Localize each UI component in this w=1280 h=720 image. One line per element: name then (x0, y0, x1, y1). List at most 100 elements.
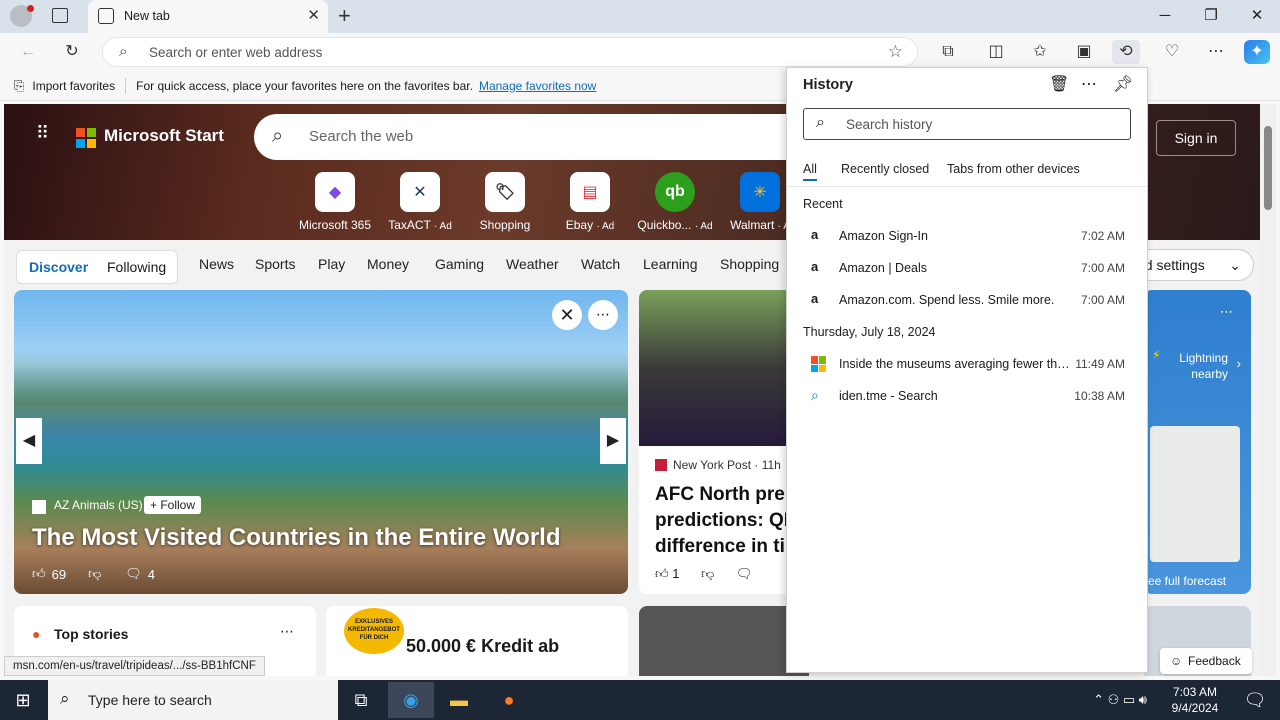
clock-date: 9/4/2024 (1171, 701, 1219, 715)
tile-ebay[interactable]: ▤ Ebay · Ad (550, 172, 630, 232)
copilot-icon[interactable]: ✦ (1244, 40, 1270, 64)
ad-text: 50.000 € Kredit ab (406, 636, 560, 656)
tab-actions-icon[interactable] (52, 8, 68, 23)
sign-in-button[interactable]: Sign in (1156, 120, 1236, 156)
delete-history-icon[interactable]: 🗑︎ (1049, 74, 1069, 94)
like-count: 69 (51, 566, 67, 582)
collections-icon[interactable]: ▣ (1070, 40, 1098, 64)
more-options-icon[interactable]: ⋯ (280, 623, 294, 640)
nav-shopping[interactable]: Shopping (720, 256, 779, 272)
pin-icon[interactable]: 📌︎ (1113, 74, 1133, 94)
divider (125, 77, 127, 94)
tile-shopping[interactable]: 🏷 Shopping (465, 172, 545, 232)
notifications-icon[interactable]: 🗨︎ (1232, 682, 1278, 718)
ad-card[interactable]: EXKLUSIVES KREDITANGEBOT FÜR DICH 50.000… (326, 606, 628, 676)
minimize-icon[interactable]: ─ (1142, 4, 1188, 28)
nav-gaming[interactable]: Gaming (435, 256, 484, 272)
browser-essentials-icon[interactable]: ♡ (1158, 40, 1186, 64)
tile-label: Ebay (565, 218, 594, 232)
tile-quickbooks[interactable]: qb Quickbo... · Ad (635, 172, 715, 232)
tab-discover[interactable]: Discover (29, 259, 88, 275)
web-search-input[interactable]: ⌕ Search the web (254, 114, 814, 160)
close-window-icon[interactable]: ✕ (1234, 4, 1280, 28)
file-explorer-icon[interactable]: ▬ (436, 682, 482, 718)
nav-learning[interactable]: Learning (643, 256, 698, 272)
extensions-icon[interactable]: ⧉ (934, 40, 962, 64)
edge-icon[interactable]: ◉ (388, 682, 434, 718)
dismiss-story-icon[interactable]: ✕ (552, 300, 582, 330)
tab-other-devices[interactable]: Tabs from other devices (947, 162, 1080, 176)
favorite-star-icon[interactable]: ☆ (888, 42, 903, 62)
nav-watch[interactable]: Watch (581, 256, 620, 272)
carousel-next-icon[interactable]: ▶ (600, 418, 626, 464)
history-item[interactable]: a Amazon.com. Spend less. Smile more. 7:… (803, 287, 1133, 313)
nav-play[interactable]: Play (318, 256, 345, 272)
nav-sports[interactable]: Sports (255, 256, 295, 272)
weather-more-icon[interactable]: ⋯ (1220, 304, 1233, 320)
history-item[interactable]: a Amazon Sign-In 7:02 AM (803, 223, 1133, 249)
feedback-button[interactable]: ☺ Feedback (1160, 648, 1252, 674)
scrollbar-thumb[interactable] (1264, 126, 1272, 210)
like-icon[interactable]: 👍︎ (655, 566, 669, 581)
full-forecast-link[interactable]: ee full forecast (1148, 574, 1226, 588)
more-options-icon[interactable]: ⋯ (1081, 74, 1097, 94)
new-tab-button[interactable]: + (338, 3, 351, 29)
history-search-input[interactable]: ⌕ Search history (803, 108, 1131, 140)
tile-label: Quickbo... (637, 218, 692, 232)
tile-microsoft-365[interactable]: ◆ Microsoft 365 (295, 172, 375, 232)
favorites-icon[interactable]: ✩ (1026, 40, 1054, 64)
address-bar[interactable]: ⌕ Search or enter web address ☆ (102, 37, 918, 67)
dislike-icon[interactable]: 👎︎ (701, 566, 714, 581)
back-icon[interactable]: ← (14, 40, 42, 64)
news-card[interactable]: New York Post · 11h AFC North pre predic… (639, 290, 809, 594)
main-story-title[interactable]: The Most Visited Countries in the Entire… (32, 524, 561, 552)
carousel-prev-icon[interactable]: ◀ (16, 418, 42, 464)
tab-following[interactable]: Following (107, 259, 166, 275)
nav-weather[interactable]: Weather (506, 256, 559, 272)
tile-taxact[interactable]: ✕ TaxACT · Ad (380, 172, 460, 232)
like-icon[interactable]: 👍︎ (32, 566, 46, 582)
clock[interactable]: 7:03 AM 9/4/2024 (1160, 684, 1230, 716)
web-search-placeholder: Search the web (309, 128, 414, 145)
search-icon: ⌕ (119, 43, 128, 60)
section-label: Recent (803, 197, 843, 211)
nav-money[interactable]: Money (367, 256, 409, 272)
chevron-right-icon[interactable]: › (1237, 356, 1241, 371)
follow-button[interactable]: + Follow (144, 496, 202, 514)
dislike-icon[interactable]: 👎︎ (88, 566, 101, 582)
task-view-icon[interactable]: ⧉ (338, 682, 384, 718)
football-player-image (639, 290, 809, 446)
history-icon[interactable]: ⟲ (1112, 40, 1140, 64)
comment-icon[interactable]: 🗨︎ (125, 566, 142, 582)
history-item[interactable]: a Amazon | Deals 7:00 AM (803, 255, 1133, 281)
nav-news[interactable]: News (199, 256, 234, 272)
history-item[interactable]: Inside the museums averaging fewer than … (803, 351, 1133, 377)
history-item-time: 7:02 AM (1080, 229, 1125, 243)
lightning-icon: ⚡ (1152, 348, 1161, 362)
tab-recently-closed[interactable]: Recently closed (841, 162, 929, 176)
ad-label: · Ad (694, 221, 713, 232)
story-more-icon[interactable]: ⋯ (588, 300, 618, 330)
weather-card[interactable]: ⋯ ⚡ Lightning nearby › ee full forecast (1144, 290, 1251, 594)
coastline-image (14, 350, 628, 440)
manage-favorites-link[interactable]: Manage favorites now (479, 79, 596, 93)
refresh-icon[interactable]: ↻ (58, 40, 86, 64)
comment-icon[interactable]: 🗨︎ (736, 566, 753, 581)
brand-title[interactable]: Microsoft Start (104, 126, 224, 146)
taskbar-search-input[interactable]: ⌕ Type here to search (48, 680, 338, 720)
windows-start-icon[interactable]: ⊞ (0, 682, 46, 718)
restore-icon[interactable]: ❐ (1188, 4, 1234, 28)
history-item[interactable]: ⌕ iden.tme - Search 10:38 AM (803, 383, 1133, 409)
split-screen-icon[interactable]: ◫ (982, 40, 1010, 64)
tab-all[interactable]: All (803, 162, 817, 181)
tab-new-tab[interactable]: New tab ✕ (88, 0, 328, 33)
search-icon: ⌕ (60, 689, 70, 708)
close-tab-icon[interactable]: ✕ (307, 6, 320, 24)
news-card-image[interactable] (639, 606, 809, 676)
firefox-icon[interactable]: ● (486, 682, 532, 718)
history-item-title: Amazon.com. Spend less. Smile more. (839, 293, 1055, 307)
settings-more-icon[interactable]: ⋯ (1202, 40, 1230, 64)
import-favorites-button[interactable]: Import favorites (32, 79, 115, 93)
page-scrollbar[interactable] (1260, 104, 1276, 676)
app-launcher-icon[interactable]: ⠿ (36, 124, 56, 146)
